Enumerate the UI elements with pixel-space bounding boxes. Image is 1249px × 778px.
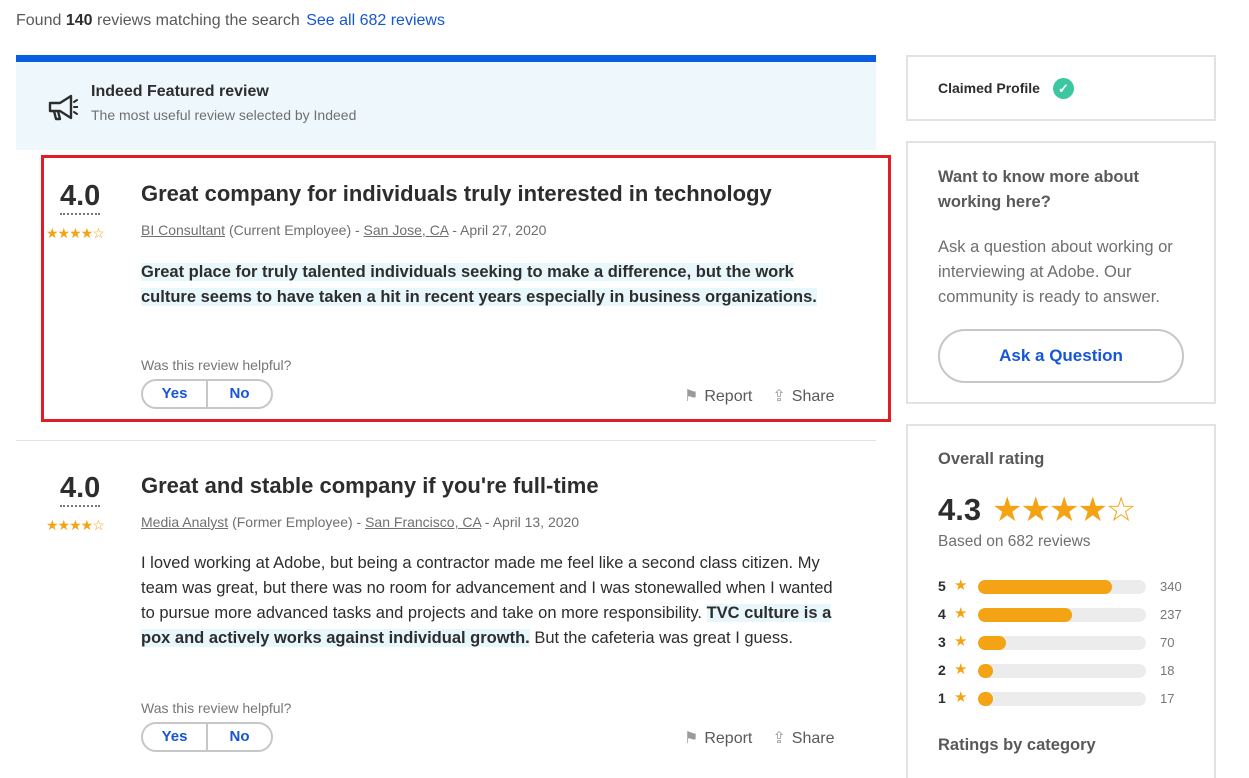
highlight-frame [41,155,891,422]
see-all-reviews-link[interactable]: See all 682 reviews [306,12,445,29]
overall-title: Overall rating [938,450,1045,468]
distribution-bar [978,692,1146,706]
featured-review-banner: Indeed Featured review The most useful r… [16,55,876,150]
helpful-vote-group: Yes No [141,722,273,752]
ask-question-button[interactable]: Ask a Question [938,329,1184,383]
review-actions: ⚑ Report ⇪ Share [684,728,834,748]
distribution-bar [978,608,1146,622]
review-body: I loved working at Adobe, but being a co… [141,554,833,647]
search-summary: Found 140 reviews matching the search Se… [16,12,445,29]
overall-stars: ★★★★☆ [992,491,1136,529]
rating-distribution-row[interactable]: 3 ★ 70 [938,632,1208,652]
match-count: 140 [65,12,93,29]
ratings-by-category-title: Ratings by category [938,736,1096,754]
distribution-bar [978,580,1146,594]
rating-distribution-row[interactable]: 1 ★ 17 [938,688,1208,708]
star-icon: ★ [954,633,968,650]
review-card: 4.0 ★★★★☆ Great and stable company if yo… [16,442,876,778]
featured-subtitle: The most useful review selected by Indee… [91,107,357,123]
overall-rating-card: Overall rating 4.3 ★★★★☆ Based on 682 re… [906,424,1216,778]
helpful-prompt: Was this review helpful? [141,700,292,716]
location-link[interactable]: San Francisco, CA [365,514,481,530]
claimed-profile-label: Claimed Profile [938,80,1040,96]
flag-icon: ⚑ [684,730,699,747]
claimed-profile-card: Claimed Profile ✓ [906,55,1216,121]
helpful-no-button[interactable]: No [206,724,271,750]
review-meta: Media Analyst (Former Employee) - San Fr… [141,514,580,530]
review-rating: 4.0 [60,472,101,507]
overall-review-count: Based on 682 reviews [938,533,1091,550]
rating-distribution-row[interactable]: 4 ★ 237 [938,604,1208,624]
star-icon: ★ [954,605,968,622]
featured-title: Indeed Featured review [91,83,269,100]
share-icon: ⇪ [772,730,786,747]
star-icon: ★ [954,661,968,678]
report-button[interactable]: ⚑ Report [684,728,752,748]
distribution-bar [978,636,1146,650]
verified-check-icon: ✓ [1053,78,1074,99]
ask-title: Want to know more about working here? [938,168,1140,211]
rating-distribution-row[interactable]: 2 ★ 18 [938,660,1208,680]
star-icon: ★ [954,577,968,594]
job-title-link[interactable]: Media Analyst [141,514,228,530]
review-title[interactable]: Great and stable company if you're full-… [141,473,599,499]
helpful-yes-button[interactable]: Yes [143,724,206,750]
megaphone-icon [48,94,78,121]
ask-description: Ask a question about working or intervie… [938,238,1173,306]
review-divider [16,440,876,441]
overall-score: 4.3 [938,492,982,527]
share-button[interactable]: ⇪ Share [772,728,834,748]
star-icon: ★ [954,689,968,706]
distribution-bar [978,664,1146,678]
ask-question-card: Want to know more about working here? As… [906,141,1216,404]
rating-distribution-row[interactable]: 5 ★ 340 [938,576,1208,596]
review-stars: ★★★★☆ [46,517,105,533]
